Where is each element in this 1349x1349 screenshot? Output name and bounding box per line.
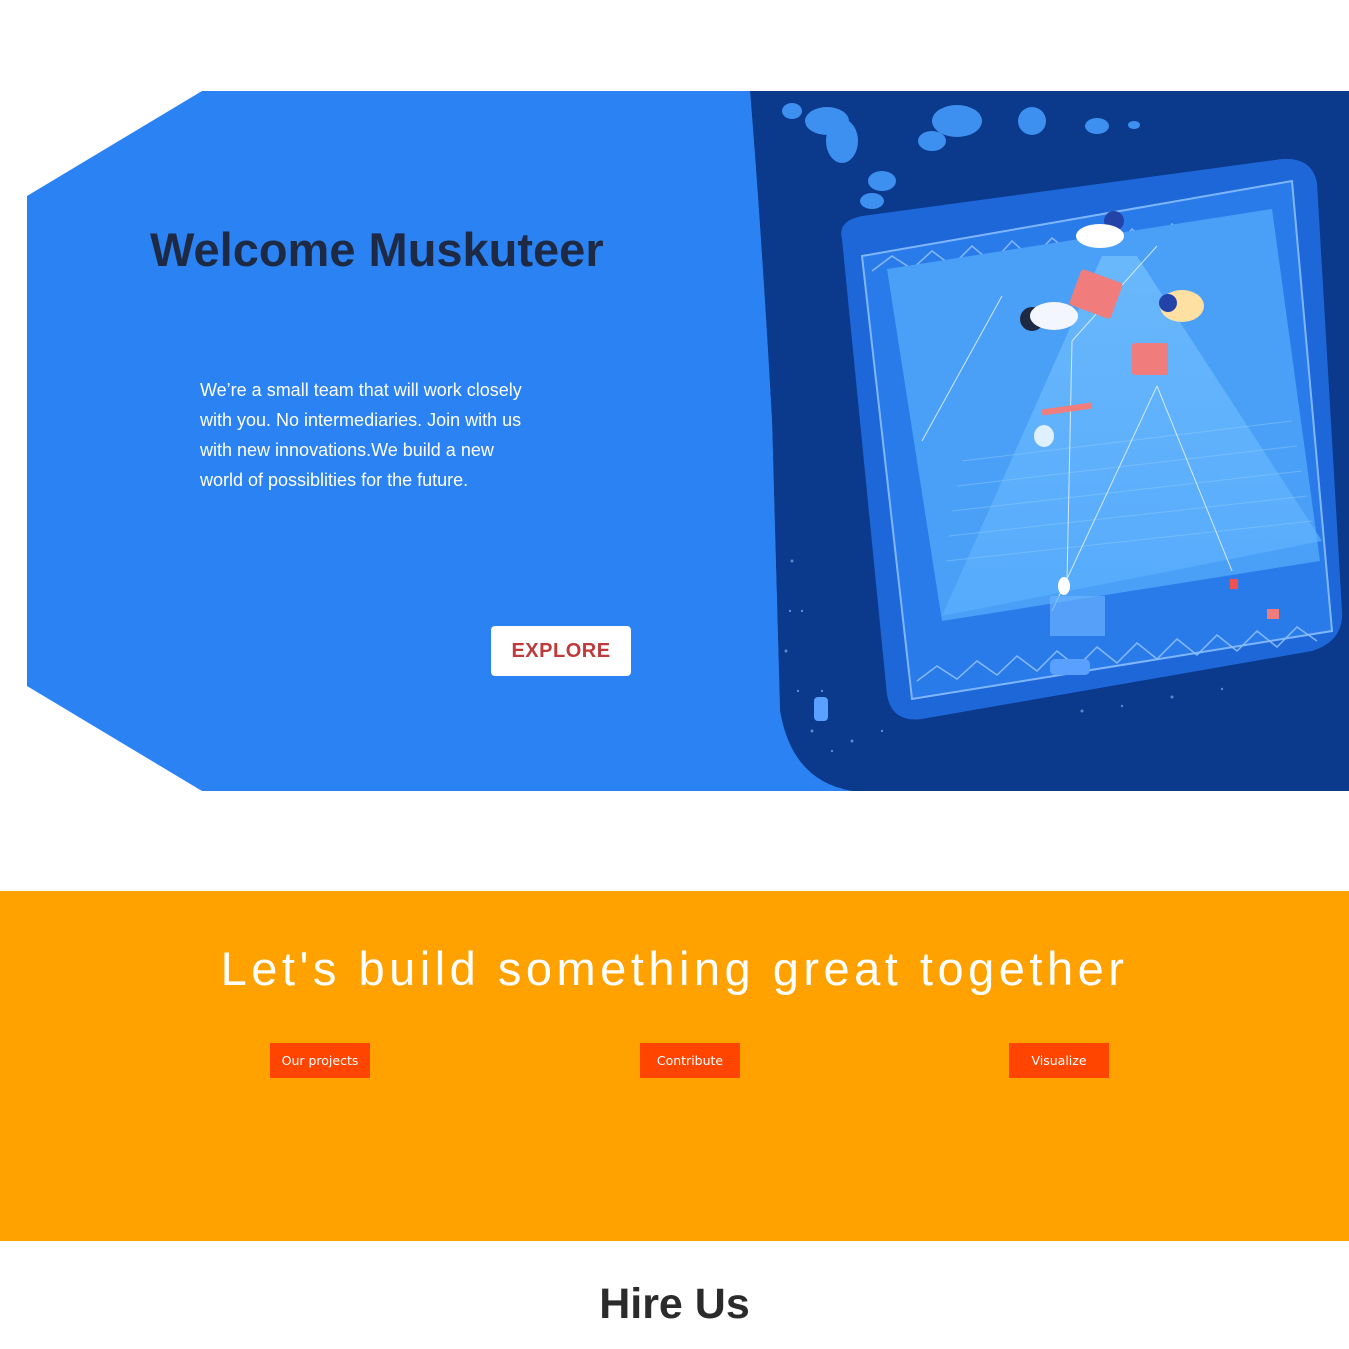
hero-section: Welcome Muskuteer We’re a small team tha… xyxy=(0,91,1349,791)
hero-description: We’re a small team that will work closel… xyxy=(200,380,522,490)
our-projects-button[interactable]: Our projects xyxy=(270,1043,370,1078)
landing-page: Welcome Muskuteer We’re a small team tha… xyxy=(0,0,1349,1349)
visualize-button[interactable]: Visualize xyxy=(1009,1043,1109,1078)
explore-button[interactable]: EXPLORE xyxy=(491,626,631,676)
cta-section: Let's build something great together Our… xyxy=(0,891,1349,1241)
contribute-button[interactable]: Contribute xyxy=(640,1043,740,1078)
workspace-illustration-icon xyxy=(702,91,1349,791)
hero-title: Welcome Muskuteer xyxy=(150,223,604,276)
cta-heading: Let's build something great together xyxy=(220,942,1129,995)
hire-us-title: Hire Us xyxy=(599,1280,750,1328)
